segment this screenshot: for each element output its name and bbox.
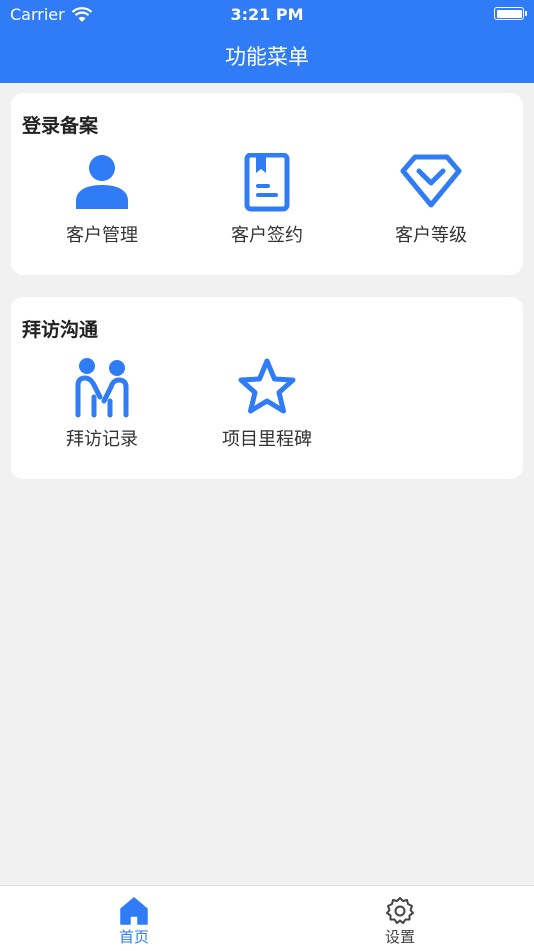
section-title: 登录备案 (22, 115, 99, 137)
menu-item-label: 客户管理 (66, 225, 138, 246)
page-title: 功能菜单 (225, 45, 309, 69)
contract-book-icon (244, 153, 290, 212)
section-card-login-record: 登录备案 客户管理 客户签约 客户等级 (11, 93, 523, 275)
bottom-tab-bar: 首页 设置 (0, 885, 534, 951)
person-icon (76, 155, 128, 209)
tab-label: 首页 (118, 928, 149, 946)
menu-item-visit-record[interactable]: 拜访记录 (27, 357, 177, 451)
home-icon (120, 897, 148, 925)
star-icon (238, 358, 296, 414)
status-time: 3:21 PM (230, 5, 304, 24)
visit-people-icon (75, 358, 129, 418)
tab-home[interactable]: 首页 (74, 896, 194, 947)
tab-label: 设置 (384, 928, 415, 946)
section-title: 拜访沟通 (22, 319, 99, 341)
status-bar: Carrier 3:21 PM (0, 0, 534, 28)
menu-item-project-milestone[interactable]: 项目里程碑 (192, 357, 342, 451)
diamond-level-icon (400, 154, 462, 208)
battery-icon (494, 7, 527, 20)
menu-item-label: 客户签约 (231, 225, 303, 246)
menu-item-label: 拜访记录 (66, 429, 138, 450)
gear-icon (386, 897, 414, 924)
tab-settings[interactable]: 设置 (340, 896, 460, 947)
menu-item-customer-management[interactable]: 客户管理 (27, 153, 177, 247)
menu-item-label: 客户等级 (395, 225, 467, 246)
menu-item-customer-level[interactable]: 客户等级 (356, 153, 506, 247)
nav-header: Carrier 3:21 PM 功能菜单 (0, 0, 534, 83)
section-card-visit-communication: 拜访沟通 拜访记录 项目里程碑 (11, 297, 523, 479)
menu-item-label: 项目里程碑 (222, 429, 312, 450)
menu-item-customer-contract[interactable]: 客户签约 (192, 153, 342, 247)
